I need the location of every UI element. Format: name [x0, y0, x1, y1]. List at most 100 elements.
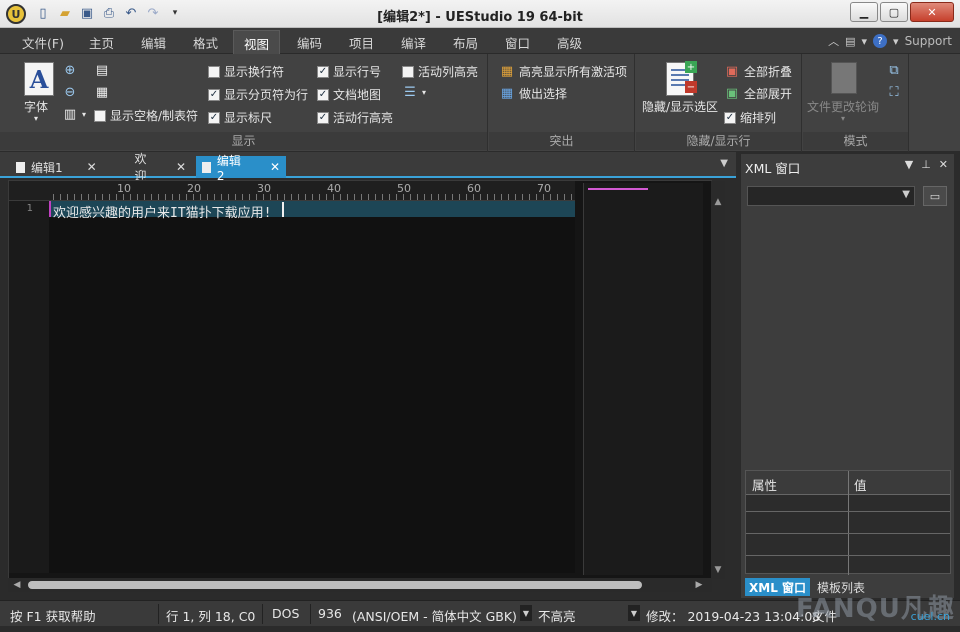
value-column-header[interactable]: 值 — [854, 475, 867, 494]
scroll-down-icon[interactable]: ▼ — [711, 563, 725, 577]
tab-list-dropdown-icon[interactable]: ▼ — [720, 158, 728, 169]
ruler-ticks — [53, 194, 575, 200]
make-selection-button[interactable]: ▦ 做出选择 — [499, 85, 567, 102]
mode-dropdown-icon[interactable]: ▾ — [841, 114, 845, 123]
doc-tab-edit1[interactable]: 编辑1 ✕ — [10, 156, 104, 178]
tab-encoding[interactable]: 编码 — [297, 33, 322, 52]
highlight-dropdown-icon[interactable]: ▼ — [628, 605, 640, 621]
status-encoding[interactable]: (ANSI/OEM - 简体中文 GBK) — [352, 606, 517, 625]
maximize-button[interactable]: ▢ — [880, 2, 908, 22]
show-linenumbers-toggle[interactable]: ✓ 显示行号 — [317, 63, 381, 80]
tab-build[interactable]: 编译 — [401, 33, 426, 52]
hide-show-selection-button[interactable]: + − — [666, 61, 697, 96]
tab-edit[interactable]: 编辑 — [141, 33, 166, 52]
doc-tab-welcome[interactable]: 欢迎 ✕ — [110, 152, 192, 183]
ribbon-tab-bar: 文件(F) 主页 编辑 格式 视图 编码 项目 编译 布局 窗口 高级 ︿ ▤ … — [0, 28, 960, 54]
support-link[interactable]: Support — [905, 34, 952, 48]
status-highlight[interactable]: 不高亮 — [538, 606, 576, 625]
close-tab-icon[interactable]: ✕ — [176, 160, 186, 174]
indent-column-toggle[interactable]: ✓ 缩排列 — [724, 109, 776, 126]
panel-close-icon[interactable]: ✕ — [939, 158, 948, 171]
line-spacing-icon[interactable]: ☰ ▾ — [402, 84, 426, 100]
tab-format[interactable]: 格式 — [193, 33, 218, 52]
active-line-highlight-toggle[interactable]: ✓ 活动行高亮 — [317, 109, 393, 126]
tab-view[interactable]: 视图 — [233, 30, 281, 54]
show-linebreaks-toggle[interactable]: 显示换行符 — [208, 63, 284, 80]
highlight-icon: ▦ — [500, 64, 514, 79]
doc-tab-label: 编辑1 — [31, 160, 63, 175]
hide-show-icon: + − — [666, 61, 697, 96]
column-divider — [848, 471, 849, 575]
active-column-highlight-toggle[interactable]: 活动列高亮 — [402, 63, 478, 80]
tab-home[interactable]: 主页 — [89, 33, 114, 52]
status-separator — [262, 604, 263, 624]
show-whitespace-toggle[interactable]: 显示空格/制表符 — [94, 107, 198, 124]
close-tab-icon[interactable]: ✕ — [87, 160, 97, 174]
checkbox-checked-icon: ✓ — [317, 88, 329, 101]
line-text[interactable]: 欢迎感兴趣的用户来IT猫扑下载应用! — [53, 202, 271, 221]
property-table: 属性 值 — [745, 470, 951, 575]
fullscreen-icon[interactable]: ⛶ — [886, 84, 902, 100]
doc-tab-edit2[interactable]: 编辑2 ✕ — [196, 154, 286, 183]
split-view-icon[interactable]: ▦ — [94, 84, 110, 100]
watermark-domain: cuel.cn — [910, 610, 950, 623]
collapse-ribbon-icon[interactable]: ︿ — [828, 33, 839, 49]
xml-tree-view[interactable] — [745, 212, 951, 462]
minimize-button[interactable]: ▁ — [850, 2, 878, 22]
scroll-up-icon[interactable]: ▲ — [711, 195, 725, 209]
document-map[interactable] — [583, 183, 703, 575]
column-mode-icon[interactable]: ▥ ▾ — [62, 106, 86, 122]
tab-window[interactable]: 窗口 — [505, 33, 530, 52]
panel-title: XML 窗口 — [745, 161, 801, 176]
scroll-thumb[interactable] — [28, 581, 642, 589]
screen-icon[interactable]: ⧉ — [886, 62, 902, 78]
hide-show-selection-label: 隐藏/显示选区 — [642, 100, 719, 114]
page-view-icon[interactable]: ▤ — [94, 62, 110, 78]
checkbox-checked-icon: ✓ — [724, 111, 736, 124]
pin-icon[interactable]: ⊥ — [921, 158, 931, 171]
close-button[interactable]: ✕ — [910, 2, 954, 22]
encoding-dropdown-icon[interactable]: ▼ — [520, 605, 532, 621]
checkbox-checked-icon: ✓ — [208, 88, 220, 101]
tab-project[interactable]: 项目 — [349, 33, 374, 52]
status-position[interactable]: 行 1, 列 18, C0 — [166, 606, 255, 625]
scroll-right-icon[interactable]: ▶ — [692, 578, 706, 592]
close-tab-icon[interactable]: ✕ — [270, 160, 280, 174]
help-icon[interactable]: ? — [873, 34, 888, 48]
text-editing-area[interactable]: 欢迎感兴趣的用户来IT猫扑下载应用! — [49, 201, 575, 573]
doc-tab-label: 编辑2 — [216, 153, 241, 183]
horizontal-scrollbar[interactable]: ◀ ▶ — [8, 578, 712, 592]
zoom-in-icon[interactable]: ⊕ — [62, 62, 78, 78]
checkbox-checked-icon: ✓ — [208, 111, 220, 124]
zoom-out-icon[interactable]: ⊖ — [62, 84, 78, 100]
show-ruler-toggle[interactable]: ✓ 显示标尺 — [208, 109, 272, 126]
dropdown-icon[interactable]: ▾ — [862, 35, 868, 48]
property-column-header[interactable]: 属性 — [752, 475, 777, 494]
status-help: 按 F1 获取帮助 — [10, 609, 96, 624]
status-codepage[interactable]: 936 — [318, 606, 342, 621]
xml-file-select[interactable]: ▼ — [747, 186, 915, 206]
vertical-scrollbar[interactable]: ▲ ▼ — [711, 181, 725, 579]
font-dropdown-icon[interactable]: ▾ — [34, 114, 38, 123]
open-folder-icon[interactable]: ▭ — [923, 186, 947, 206]
tab-advanced[interactable]: 高级 — [557, 33, 582, 52]
title-bar: U ▯ ▰ ▣ ⎙ ↶ ↷ ▾ [编辑2*] - UEStudio 19 64-… — [0, 0, 960, 28]
fold-icon: ▣ — [725, 64, 739, 79]
checkbox-checked-icon: ✓ — [317, 65, 329, 78]
show-pagebreaks-toggle[interactable]: ✓ 显示分页符为行 — [208, 86, 308, 103]
highlight-all-button[interactable]: ▦ 高亮显示所有激活项 — [499, 63, 627, 80]
tab-file[interactable]: 文件(F) — [22, 33, 64, 52]
status-line-ending[interactable]: DOS — [272, 606, 299, 621]
fold-all-button[interactable]: ▣ 全部折叠 — [724, 63, 792, 80]
panel-menu-icon[interactable]: ▼ — [905, 158, 913, 171]
layout-icon[interactable]: ▤ — [845, 35, 855, 48]
docmap-toggle[interactable]: ✓ 文档地图 — [317, 86, 381, 103]
status-modified: 修改： 2019-04-23 13:04:08 — [646, 609, 821, 624]
font-button[interactable]: A — [24, 62, 54, 96]
xml-window-panel: XML 窗口 ▼ ⊥ ✕ ▼ ▭ 属性 值 XML 窗口 模板列表 — [740, 154, 954, 598]
support-dropdown-icon[interactable]: ▾ — [893, 35, 899, 48]
scroll-left-icon[interactable]: ◀ — [10, 578, 24, 592]
expand-all-button[interactable]: ▣ 全部展开 — [724, 85, 792, 102]
tab-layout[interactable]: 布局 — [453, 33, 478, 52]
file-change-poll-icon[interactable] — [831, 62, 857, 94]
